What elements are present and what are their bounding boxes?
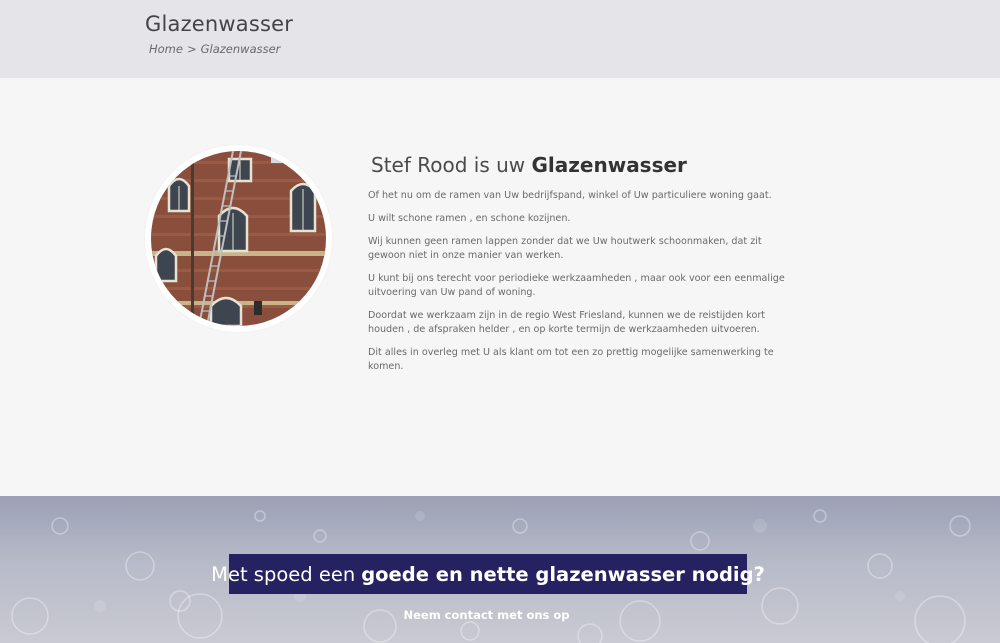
cta-headline-prefix: Met spoed een xyxy=(211,562,356,586)
page-header: Glazenwasser Home > Glazenwasser xyxy=(0,0,1000,78)
section-heading: Stef Rood is uw Glazenwasser xyxy=(371,153,793,177)
main-content: Stef Rood is uw Glazenwasser Of het nu o… xyxy=(0,78,1000,496)
page-title: Glazenwasser xyxy=(145,12,294,36)
section-heading-strong: Glazenwasser xyxy=(531,153,687,177)
paragraph: Of het nu om de ramen van Uw bedrijfspan… xyxy=(368,190,772,201)
breadcrumb: Home > Glazenwasser xyxy=(149,42,280,56)
paragraph: Dit alles in overleg met U als klant om … xyxy=(368,347,774,372)
breadcrumb-current: Glazenwasser xyxy=(200,42,281,56)
breadcrumb-separator: > xyxy=(186,42,197,56)
cta-headline-strong: goede en nette glazenwasser nodig? xyxy=(361,562,765,586)
contact-link[interactable]: Neem contact met ons op xyxy=(0,608,973,622)
cta-headline: Met spoed een goede en nette glazenwasse… xyxy=(211,554,765,594)
paragraph: U kunt bij ons terecht voor periodieke w… xyxy=(368,273,785,298)
paragraph: U wilt schone ramen , en schone kozijnen… xyxy=(368,213,571,224)
paragraph: Doordat we werkzaam zijn in de regio Wes… xyxy=(368,310,766,335)
intro-text: Stef Rood is uw Glazenwasser Of het nu o… xyxy=(368,153,793,383)
paragraph: Wij kunnen geen ramen lappen zonder dat … xyxy=(368,236,762,261)
cta-banner: Met spoed een goede en nette glazenwasse… xyxy=(0,496,1000,643)
section-heading-prefix: Stef Rood is uw xyxy=(371,153,526,177)
breadcrumb-home-link[interactable]: Home xyxy=(149,42,183,56)
building-photo-frame xyxy=(145,145,332,332)
building-photo xyxy=(151,151,326,326)
